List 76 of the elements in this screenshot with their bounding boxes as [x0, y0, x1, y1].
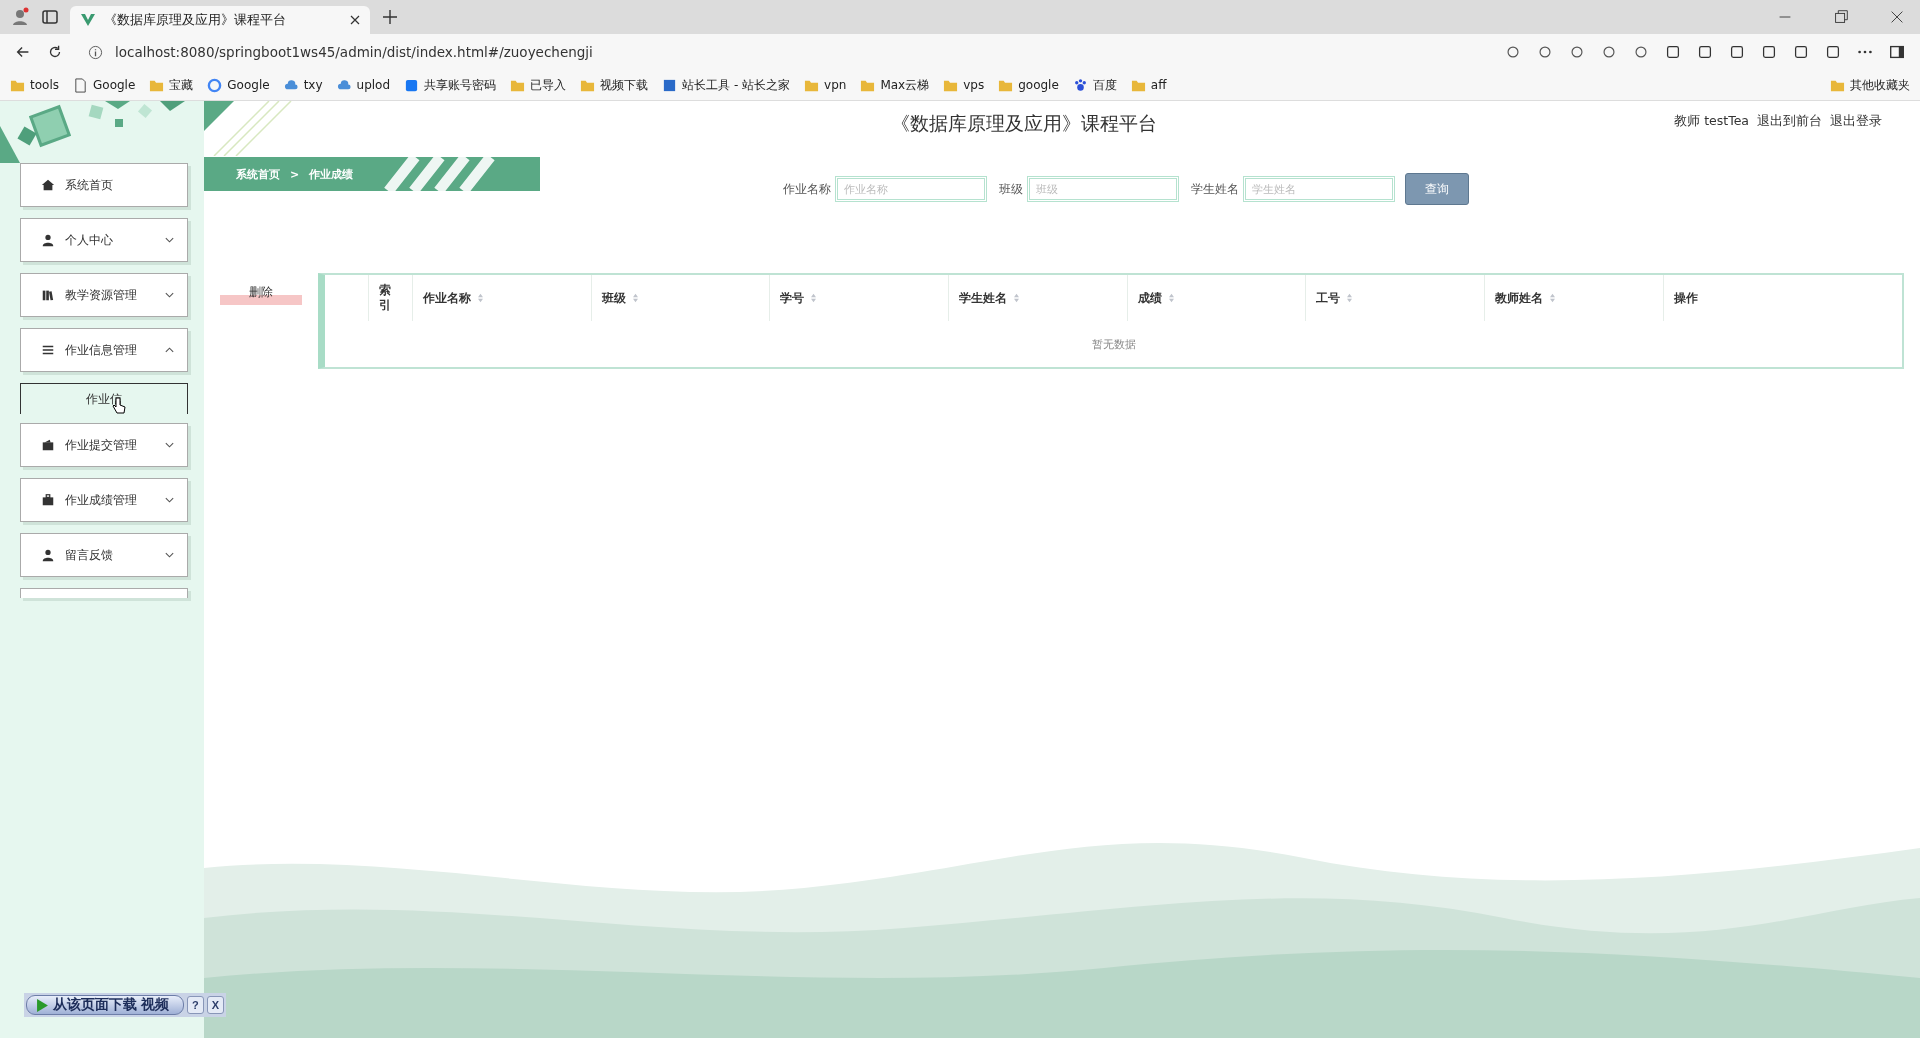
extension-icon[interactable] — [1792, 43, 1810, 61]
bookmark[interactable]: 已导入 — [510, 76, 567, 94]
close-button[interactable]: X — [206, 996, 224, 1014]
column-header: 班级 — [601, 290, 626, 306]
v-logo-icon — [80, 12, 96, 28]
bookmark[interactable]: 站长工具 - 站长之家 — [662, 76, 791, 94]
sidebar-icon[interactable] — [1888, 43, 1906, 61]
bookmark[interactable]: tools — [10, 77, 59, 93]
bookmark[interactable]: aff — [1130, 77, 1167, 93]
download-video-button[interactable]: 从该页面下载 视频 — [26, 995, 184, 1015]
empty-message: 暂无数据 — [1090, 336, 1137, 353]
paw-icon — [1072, 77, 1088, 93]
column-header: 工号 — [1316, 290, 1341, 306]
restore-icon[interactable] — [1832, 8, 1850, 26]
close-icon[interactable] — [350, 15, 360, 25]
bookmark[interactable]: vps — [943, 77, 985, 93]
menu-item[interactable]: 作业成绩管理 — [20, 478, 188, 522]
header-link[interactable]: 退出到前台 — [1757, 113, 1822, 130]
bookmark[interactable]: 共享账号密码 — [404, 76, 497, 94]
field-label: 班级 — [999, 181, 1023, 197]
tab-title: 《数据库原理及应用》课程平台 — [104, 11, 287, 29]
field-label: 学生姓名 — [1191, 181, 1239, 197]
bookmark[interactable]: 百度 — [1072, 76, 1117, 94]
column-header: 学号 — [780, 290, 805, 306]
tab-actions-icon[interactable] — [40, 7, 60, 27]
bookmark[interactable]: Max云梯 — [860, 76, 930, 94]
url-text: localhost:8080/springboot1ws45/admin/dist/index.html#/zuoyechengji — [115, 44, 593, 60]
bookmark[interactable]: 宝藏 — [149, 76, 194, 94]
bookmark[interactable]: 其他收藏夹 — [1830, 76, 1910, 94]
list-icon — [41, 343, 55, 357]
breadcrumb-separator: > — [290, 167, 300, 181]
play-icon — [37, 998, 48, 1012]
column-header: 教师姓名 — [1495, 290, 1544, 306]
header-link[interactable]: 退出登录 — [1830, 113, 1882, 130]
search-field[interactable]: 作业名称 — [835, 176, 987, 202]
breadcrumb-item: 作业成绩 — [309, 166, 354, 182]
column-header: 学生姓名 — [959, 290, 1008, 306]
menu-item[interactable]: 系统首页 — [20, 163, 188, 207]
bookmark[interactable]: txy — [283, 77, 323, 93]
info-icon — [88, 44, 103, 60]
site-icon — [404, 77, 420, 93]
column-header: 索引 — [379, 283, 392, 313]
search-field[interactable]: 学生姓名 — [1243, 176, 1395, 202]
menu-item[interactable]: 教学资源管理 — [20, 273, 188, 317]
bookmark[interactable]: vpn — [804, 77, 847, 93]
menu-item[interactable]: 作业提交管理 — [20, 423, 188, 467]
help-button[interactable]: ? — [186, 996, 204, 1014]
delete-button[interactable]: 删除 — [220, 283, 302, 305]
briefcase-icon — [41, 438, 55, 452]
field-label: 作业名称 — [783, 181, 831, 197]
column-header: 操作 — [1673, 290, 1698, 306]
menu-item[interactable]: 个人中心 — [20, 218, 188, 262]
column-header: 成绩 — [1137, 290, 1162, 306]
site-icon — [207, 77, 223, 93]
menu-item[interactable]: 留言反馈 — [20, 533, 188, 577]
site-icon — [662, 77, 678, 93]
menu-item[interactable]: 作业信息管理 — [20, 328, 188, 372]
extension-icon[interactable] — [1728, 43, 1746, 61]
books-icon — [41, 288, 55, 302]
extension-icon[interactable] — [1824, 43, 1842, 61]
user-name: 教师 testTea — [1674, 113, 1749, 130]
bookmark[interactable]: 视频下载 — [580, 76, 649, 94]
extension-icon[interactable] — [1696, 43, 1714, 61]
column-header: 作业名称 — [423, 290, 471, 306]
extension-icon[interactable] — [1664, 43, 1682, 61]
bookmark[interactable]: uplod — [336, 77, 391, 93]
bookmark[interactable]: google — [998, 77, 1059, 93]
profile-icon[interactable] — [10, 7, 30, 27]
page-icon — [73, 77, 88, 93]
extension-icon[interactable] — [1760, 43, 1778, 61]
page-title: 《数据库原理及应用》课程平台 — [890, 111, 1159, 136]
bookmark[interactable]: Google — [73, 77, 136, 93]
browser-tab[interactable]: 《数据库原理及应用》课程平台 — [70, 6, 370, 34]
home-icon — [41, 178, 55, 192]
new-tab-icon[interactable] — [380, 7, 400, 27]
bookmark[interactable]: Google — [207, 77, 270, 93]
